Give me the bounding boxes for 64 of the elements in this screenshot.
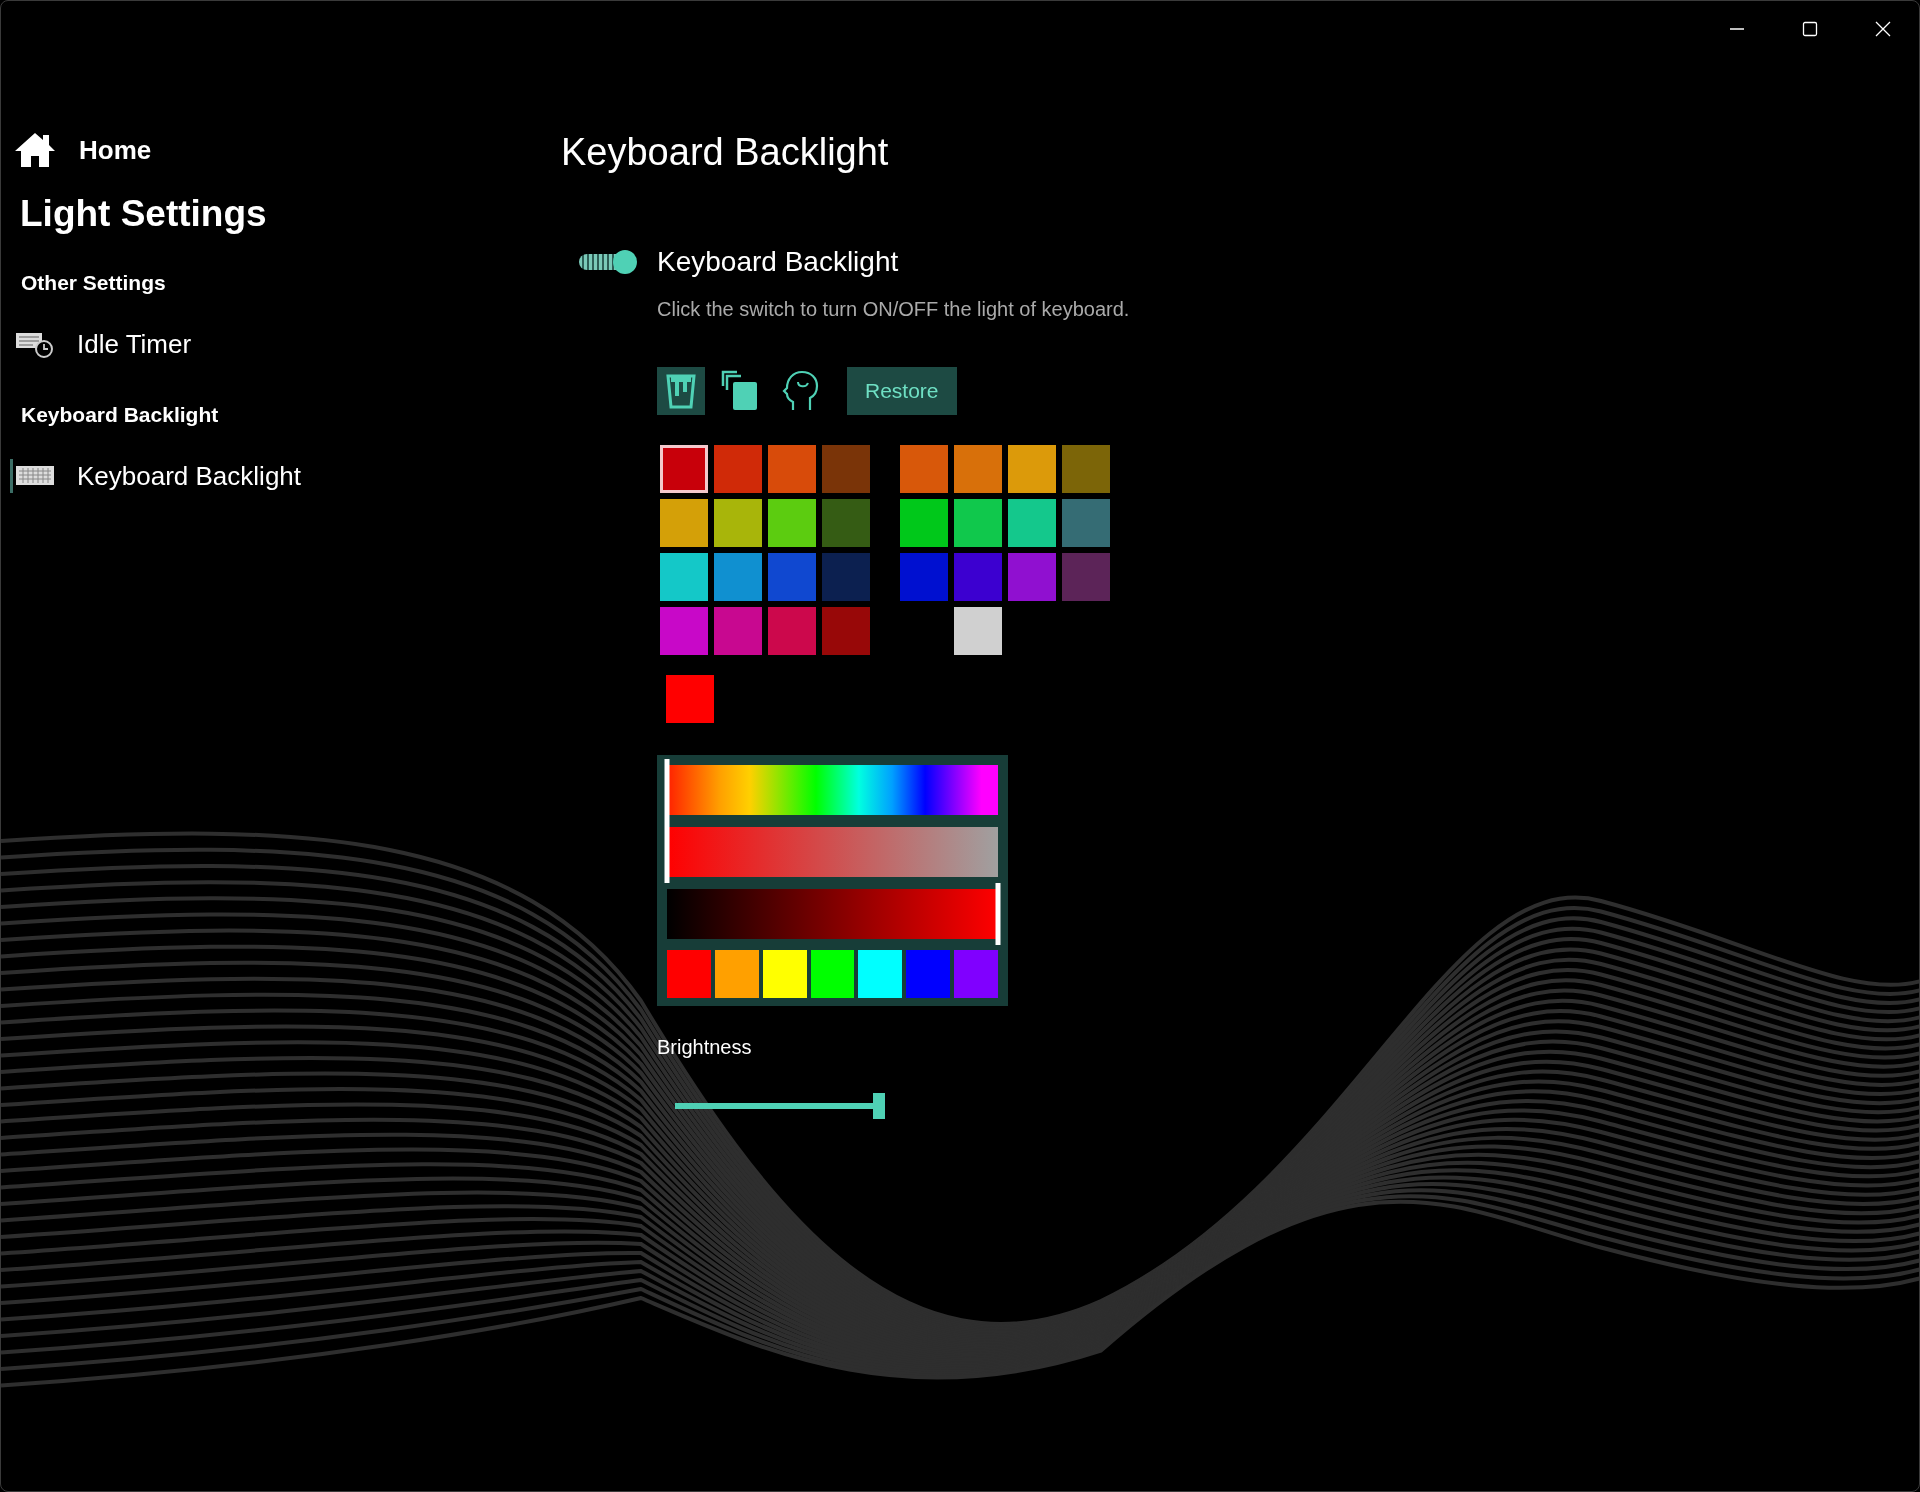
keyboard-clock-icon bbox=[15, 330, 55, 358]
color-swatch[interactable] bbox=[660, 553, 708, 601]
brightness-label: Brightness bbox=[657, 1036, 753, 1059]
preset-swatch[interactable] bbox=[954, 950, 998, 998]
maximize-icon bbox=[1801, 21, 1818, 37]
paint-bucket-icon bbox=[663, 372, 699, 410]
color-swatch[interactable] bbox=[900, 553, 948, 601]
color-swatch[interactable] bbox=[1062, 553, 1110, 601]
preset-swatch[interactable] bbox=[667, 950, 711, 998]
color-swatch[interactable] bbox=[822, 499, 870, 547]
color-swatch[interactable] bbox=[714, 499, 762, 547]
toggle-label: Keyboard Backlight bbox=[657, 246, 899, 278]
color-swatch[interactable] bbox=[660, 445, 708, 493]
section-header: Keyboard Backlight bbox=[21, 403, 220, 427]
color-swatch[interactable] bbox=[900, 499, 948, 547]
section-header: Other Settings bbox=[21, 271, 167, 295]
color-swatch[interactable] bbox=[1062, 445, 1110, 493]
sidebar-title: Light Settings bbox=[20, 193, 268, 235]
preset-swatch[interactable] bbox=[810, 950, 855, 998]
color-swatch[interactable] bbox=[768, 499, 816, 547]
color-swatch[interactable] bbox=[900, 445, 948, 493]
toggle-switch[interactable] bbox=[577, 249, 639, 275]
color-swatch[interactable] bbox=[714, 445, 762, 493]
home-icon bbox=[13, 131, 57, 169]
color-swatch[interactable] bbox=[822, 553, 870, 601]
selection-indicator bbox=[10, 459, 13, 493]
color-swatch[interactable] bbox=[768, 607, 816, 655]
color-swatch[interactable] bbox=[954, 499, 1002, 547]
color-swatch[interactable] bbox=[660, 499, 708, 547]
toggle-description: Click the switch to turn ON/OFF the light of keyboard. bbox=[657, 298, 1130, 321]
color-swatch[interactable] bbox=[954, 553, 1002, 601]
color-swatch[interactable] bbox=[768, 445, 816, 493]
color-swatch[interactable] bbox=[714, 607, 762, 655]
slider-thumb[interactable] bbox=[664, 821, 670, 883]
tool-button[interactable] bbox=[657, 367, 705, 415]
preset-swatch[interactable] bbox=[714, 950, 759, 998]
color-swatch[interactable] bbox=[660, 607, 708, 655]
color-swatch[interactable] bbox=[1008, 499, 1056, 547]
value-slider[interactable] bbox=[667, 883, 998, 945]
saturation-slider[interactable] bbox=[667, 821, 998, 883]
color-swatch[interactable] bbox=[822, 607, 870, 655]
preset-swatch[interactable] bbox=[858, 950, 903, 998]
preset-swatch[interactable] bbox=[762, 950, 807, 998]
color-swatch[interactable] bbox=[954, 445, 1002, 493]
color-swatch[interactable] bbox=[822, 445, 870, 493]
page-title: Keyboard Backlight bbox=[561, 131, 890, 174]
color-swatch[interactable] bbox=[768, 553, 816, 601]
close-icon bbox=[1874, 21, 1891, 37]
keyboard-icon bbox=[15, 464, 55, 488]
color-swatch[interactable] bbox=[1008, 445, 1056, 493]
preset-swatch[interactable] bbox=[906, 950, 951, 998]
slider-thumb[interactable] bbox=[664, 759, 670, 821]
head-icon bbox=[782, 370, 820, 412]
color-swatch[interactable] bbox=[954, 607, 1002, 655]
home-link[interactable]: Home bbox=[1, 125, 561, 175]
minimize-icon bbox=[1728, 28, 1745, 30]
hue-slider[interactable] bbox=[667, 759, 998, 821]
nav-item[interactable]: Keyboard Backlight bbox=[1, 453, 561, 499]
color-swatch[interactable] bbox=[1008, 553, 1056, 601]
color-swatch[interactable] bbox=[714, 553, 762, 601]
slider-thumb[interactable] bbox=[995, 883, 1001, 945]
nav-item[interactable]: Idle Timer bbox=[1, 321, 561, 367]
restore-button[interactable]: Restore bbox=[847, 367, 957, 415]
color-swatch[interactable] bbox=[1062, 499, 1110, 547]
